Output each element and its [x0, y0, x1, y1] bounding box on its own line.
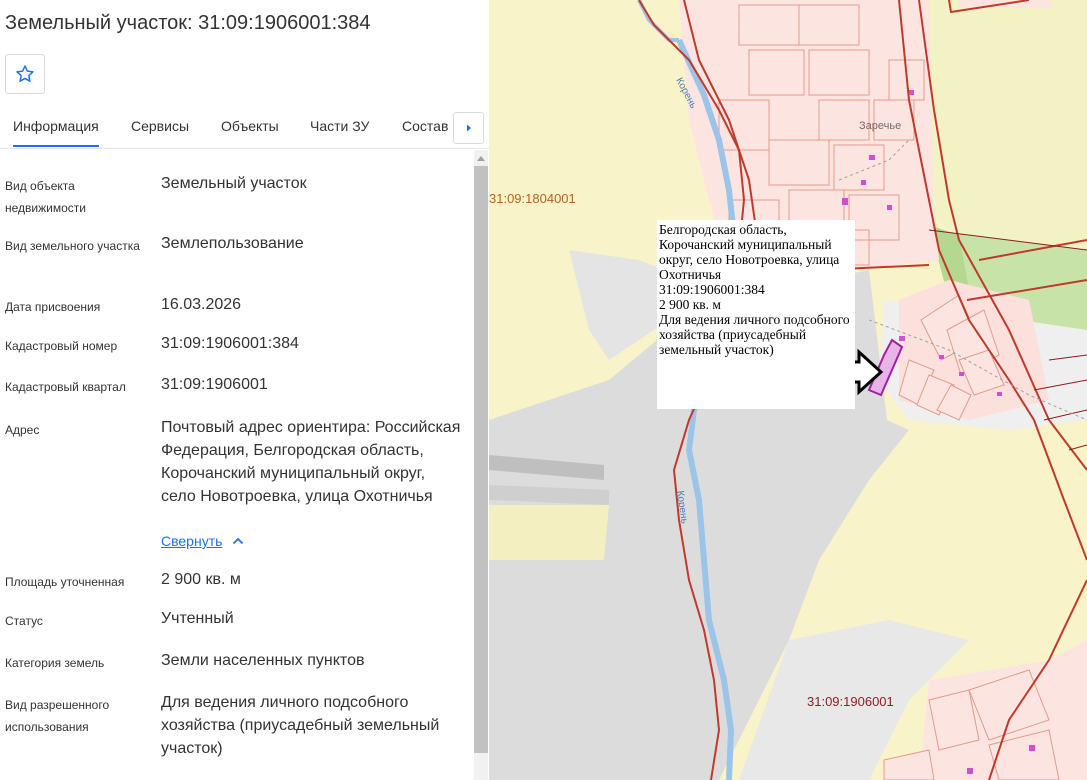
- star-icon: [16, 65, 34, 82]
- field-label: Дата присвоения: [5, 300, 101, 314]
- field-label: Статус: [5, 614, 43, 628]
- field-value: 16.03.2026: [161, 296, 242, 313]
- tab-composition[interactable]: Состав: [402, 118, 448, 134]
- field-value: Землепользование: [161, 235, 304, 252]
- field-value: Для ведения личного подсобного хозяйства…: [161, 694, 440, 757]
- tab-services[interactable]: Сервисы: [131, 118, 189, 134]
- field-label: Вид земельного участка: [5, 239, 140, 253]
- field-label: Кадастровый номер: [5, 339, 118, 353]
- river: [637, 0, 679, 42]
- collapse-link[interactable]: Свернуть: [161, 533, 244, 549]
- field-label: Площадь уточненная: [5, 575, 125, 589]
- field-value: Земельный участок: [161, 175, 307, 192]
- collapse-label: Свернуть: [161, 533, 223, 549]
- field-value: Земли населенных пунктов: [161, 652, 365, 669]
- pale-zone: [489, 505, 609, 560]
- field-value: Учтенный: [161, 610, 234, 627]
- map-view[interactable]: 31:09:1804001 31:09:1906001 Заречье Коре…: [489, 0, 1087, 780]
- field-value: 2 900 кв. м: [161, 571, 241, 588]
- scroll-up-icon[interactable]: [477, 156, 485, 161]
- tab-bar: Информация Сервисы Объекты Части ЗУ Сост…: [0, 106, 489, 149]
- field-value: 31:09:1906001: [161, 376, 268, 393]
- tab-objects[interactable]: Объекты: [221, 118, 279, 134]
- tab-information[interactable]: Информация: [13, 118, 99, 147]
- chevron-right-icon: [466, 124, 471, 132]
- field-label: Вид разрешенного использования: [5, 698, 110, 734]
- field-label: Вид объекта недвижимости: [5, 179, 86, 215]
- popup-cadastral-number: 31:09:1906001:384: [659, 282, 765, 297]
- quarter-label: 31:09:1804001: [489, 191, 576, 206]
- field-label: Адрес: [5, 423, 40, 437]
- village-label: Заречье: [859, 120, 902, 132]
- quarter-label: 31:09:1906001: [807, 694, 894, 709]
- field-value: 31:09:1906001:384: [161, 335, 299, 352]
- field-label: Кадастровый квартал: [5, 380, 126, 394]
- parcel-popup: Белгородская область, Корочанский муници…: [657, 220, 855, 409]
- popup-use: Для ведения личного подсобного хозяйства…: [659, 312, 850, 357]
- chevron-up-icon: [233, 537, 244, 545]
- popup-address: Белгородская область, Корочанский муници…: [659, 222, 840, 282]
- field-value: Почтовый адрес ориентира: Российская Фед…: [161, 419, 461, 505]
- info-panel: Земельный участок: 31:09:1906001:384 Инф…: [0, 0, 489, 780]
- favorite-button[interactable]: [5, 54, 45, 94]
- field-label: Категория земель: [5, 656, 105, 670]
- tabs-scroll-right-button[interactable]: [453, 112, 484, 144]
- popup-area: 2 900 кв. м: [659, 297, 721, 312]
- tab-parcel-parts[interactable]: Части ЗУ: [310, 118, 369, 134]
- scrollbar-thumb[interactable]: [474, 166, 488, 753]
- page-title: Земельный участок: 31:09:1906001:384: [5, 12, 371, 34]
